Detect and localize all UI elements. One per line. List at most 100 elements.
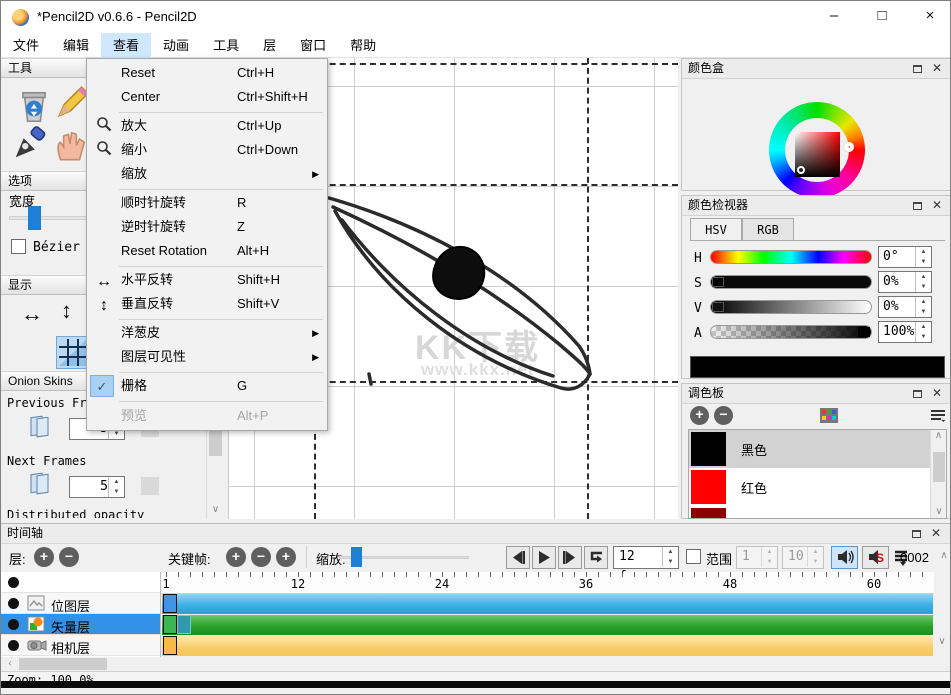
palette-row-darkred[interactable] bbox=[689, 506, 946, 519]
duplicate-keyframe-button[interactable]: + bbox=[276, 547, 296, 567]
range-start-spinbox[interactable]: 1 ▲▼ bbox=[736, 546, 778, 569]
track-bitmap[interactable] bbox=[162, 594, 933, 614]
remove-layer-button[interactable]: − bbox=[59, 547, 79, 567]
bezier-checkbox[interactable] bbox=[11, 239, 26, 254]
alpha-slider-handle[interactable] bbox=[858, 327, 870, 337]
timeline-ruler[interactable]: 1 12 24 36 48 60 bbox=[161, 572, 934, 594]
visibility-dot[interactable] bbox=[8, 619, 19, 630]
alpha-slider[interactable] bbox=[710, 325, 872, 339]
float-panel-icon[interactable] bbox=[909, 62, 925, 76]
menu-item-zoom-out[interactable]: 缩小 Ctrl+Down bbox=[87, 138, 327, 162]
sound-toggle-button[interactable] bbox=[831, 546, 858, 569]
add-layer-button[interactable]: + bbox=[34, 547, 54, 567]
value-slider[interactable] bbox=[710, 300, 872, 314]
menu-layer[interactable]: 层 bbox=[251, 33, 288, 58]
menu-item-zoom-submenu[interactable]: 缩放 ▶ bbox=[87, 162, 327, 186]
float-panel-icon[interactable] bbox=[909, 387, 925, 401]
menu-view[interactable]: 查看 bbox=[101, 33, 151, 58]
menu-item-reset-rotation[interactable]: Reset Rotation Alt+H bbox=[87, 239, 327, 263]
next-frames-spin-arrows[interactable]: ▲▼ bbox=[108, 477, 124, 497]
add-keyframe-button[interactable]: + bbox=[226, 547, 246, 567]
layer-row-vector[interactable]: 矢量层 bbox=[1, 614, 160, 635]
pen-tool-icon[interactable] bbox=[11, 124, 49, 162]
track-vector[interactable] bbox=[162, 615, 933, 635]
menu-item-flip-vertical[interactable]: ↕ 垂直反转 Shift+V bbox=[87, 292, 327, 316]
range-start-arrows[interactable]: ▲▼ bbox=[761, 547, 777, 567]
scroll-down-icon[interactable]: ∨ bbox=[935, 636, 949, 647]
next-onion-color-button[interactable] bbox=[141, 477, 159, 495]
palette-row-red[interactable]: 红色 bbox=[689, 468, 946, 506]
previous-frame-button[interactable] bbox=[506, 546, 530, 569]
scroll-up-icon[interactable]: ∧ bbox=[937, 550, 951, 561]
minimize-button[interactable]: – bbox=[813, 1, 855, 31]
menu-item-grid[interactable]: ✓ 栅格 G bbox=[87, 374, 327, 398]
saturation-slider-handle[interactable] bbox=[712, 277, 724, 287]
menu-item-rotate-ccw[interactable]: 逆时针旋转 Z bbox=[87, 215, 327, 239]
menu-item-layer-visibility[interactable]: 图层可见性 ▶ bbox=[87, 345, 327, 369]
menu-item-flip-horizontal[interactable]: ↔ 水平反转 Shift+H bbox=[87, 268, 327, 292]
menu-item-rotate-cw[interactable]: 顺时针旋转 R bbox=[87, 191, 327, 215]
palette-scrollbar-thumb[interactable] bbox=[933, 452, 945, 482]
sv-selector-circle[interactable] bbox=[797, 166, 805, 174]
color-wheel[interactable] bbox=[769, 102, 865, 198]
timeline-zoom-slider-handle[interactable] bbox=[351, 547, 362, 567]
hscrollbar-thumb[interactable] bbox=[19, 658, 107, 670]
keyframe-current[interactable] bbox=[177, 615, 191, 634]
keyframe[interactable] bbox=[163, 636, 177, 655]
scroll-up-icon[interactable]: ∧ bbox=[931, 430, 946, 441]
menu-item-reset[interactable]: Reset Ctrl+H bbox=[87, 61, 327, 85]
palette-menu-icon[interactable] bbox=[930, 408, 946, 424]
fps-spin-arrows[interactable]: ▲▼ bbox=[662, 547, 678, 567]
grid-toggle-button[interactable] bbox=[56, 336, 90, 369]
menu-item-onion-skin[interactable]: 洋葱皮 ▶ bbox=[87, 321, 327, 345]
hue-spinbox[interactable]: 0° ▲▼ bbox=[878, 246, 932, 268]
close-button[interactable]: × bbox=[909, 1, 951, 31]
value-spinbox[interactable]: 0% ▲▼ bbox=[878, 296, 932, 318]
keyframe[interactable] bbox=[163, 594, 177, 613]
tab-rgb[interactable]: RGB bbox=[742, 218, 794, 241]
scroll-down-icon[interactable]: ∨ bbox=[931, 506, 947, 517]
remove-color-button[interactable]: − bbox=[714, 406, 733, 425]
layer-row-bitmap[interactable]: 位图层 bbox=[1, 593, 160, 614]
close-panel-icon[interactable]: ✕ bbox=[929, 199, 945, 213]
close-panel-icon[interactable]: ✕ bbox=[929, 387, 945, 401]
fps-spinbox[interactable]: 12 fps ▲▼ bbox=[613, 546, 679, 569]
maximize-button[interactable]: □ bbox=[861, 1, 903, 31]
menu-animation[interactable]: 动画 bbox=[151, 33, 201, 58]
width-slider-handle[interactable] bbox=[28, 206, 41, 230]
menu-item-preview[interactable]: 预览 Alt+P bbox=[87, 404, 327, 428]
saturation-spinbox[interactable]: 0% ▲▼ bbox=[878, 271, 932, 293]
palette-grid-icon[interactable] bbox=[820, 408, 838, 423]
hue-selector-ring[interactable] bbox=[844, 142, 854, 152]
sound-scrub-button[interactable]: S bbox=[862, 546, 889, 569]
next-frame-button[interactable] bbox=[558, 546, 582, 569]
float-panel-icon[interactable] bbox=[909, 199, 925, 213]
palette-scrollbar[interactable]: ∧ ∨ bbox=[930, 430, 946, 518]
visibility-dot[interactable] bbox=[8, 640, 19, 651]
play-button[interactable] bbox=[532, 546, 556, 569]
palette-row-black[interactable]: 黑色 bbox=[689, 430, 946, 468]
hand-tool-icon[interactable] bbox=[51, 128, 89, 166]
timeline-horizontal-scrollbar[interactable]: ‹ bbox=[1, 657, 950, 671]
range-end-arrows[interactable]: ▲▼ bbox=[807, 547, 823, 567]
saturation-spin-arrows[interactable]: ▲▼ bbox=[915, 272, 931, 292]
menu-help[interactable]: 帮助 bbox=[338, 33, 388, 58]
keyframe[interactable] bbox=[163, 615, 177, 634]
float-panel-icon[interactable] bbox=[908, 527, 924, 541]
menu-file[interactable]: 文件 bbox=[1, 33, 51, 58]
flip-vertical-icon[interactable]: ↕ bbox=[61, 298, 72, 324]
scroll-left-icon[interactable]: ‹ bbox=[3, 658, 17, 669]
value-spin-arrows[interactable]: ▲▼ bbox=[915, 297, 931, 317]
flip-horizontal-icon[interactable]: ↔ bbox=[21, 301, 43, 327]
visibility-dot[interactable] bbox=[8, 598, 19, 609]
tab-hsv[interactable]: HSV bbox=[690, 218, 742, 241]
close-panel-icon[interactable]: ✕ bbox=[928, 527, 944, 541]
menu-item-center[interactable]: Center Ctrl+Shift+H bbox=[87, 85, 327, 109]
layer-row-camera[interactable]: 相机层 bbox=[1, 635, 160, 656]
range-end-spinbox[interactable]: 10 ▲▼ bbox=[782, 546, 824, 569]
bucket-tool-icon[interactable] bbox=[15, 88, 53, 126]
value-slider-handle[interactable] bbox=[712, 302, 724, 312]
hue-spin-arrows[interactable]: ▲▼ bbox=[915, 247, 931, 267]
saturation-slider[interactable] bbox=[710, 275, 872, 289]
add-color-button[interactable]: + bbox=[690, 406, 709, 425]
